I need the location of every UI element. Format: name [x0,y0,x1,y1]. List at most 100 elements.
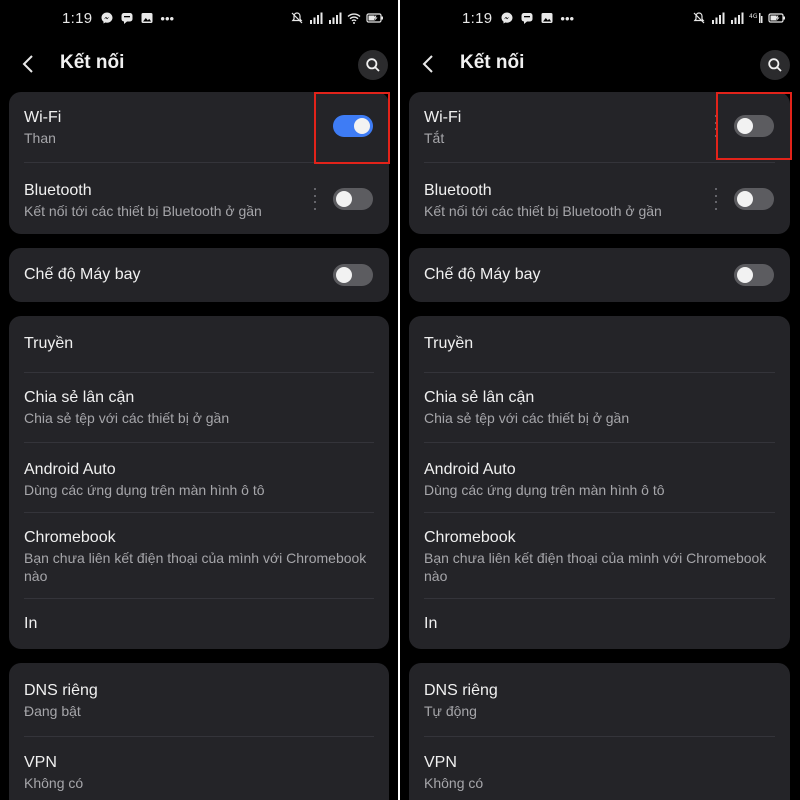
airplane-row[interactable]: Chế độ Máy bay [424,265,775,285]
chromebook-label: Chromebook [24,529,116,546]
bluetooth-desc: Kết nối tới các thiết bị Bluetooth ở gần [424,203,662,219]
divider [24,162,374,163]
app-bar: Kết nối [0,42,398,86]
chromebook-desc: Bạn chưa liên kết điện thoại của mình vớ… [424,550,767,584]
signal-2-icon [730,11,744,25]
vpn-label: VPN [24,754,57,771]
status-time: 1:19 [62,9,93,27]
back-arrow-icon[interactable] [18,52,40,76]
list-item-android-auto[interactable]: Android Auto Dùng các ứng dụng trên màn … [424,460,775,499]
screen-left: 1:19 ••• Kết nối Wi-Fi Than Bluetooth Kế… [0,0,398,800]
bluetooth-row[interactable]: Bluetooth Kết nối tới các thiết bị Bluet… [424,181,775,220]
messenger-icon [500,11,514,25]
android-auto-label: Android Auto [24,461,116,478]
list-item-print[interactable]: In [424,614,775,634]
card-more-settings: Truyền Chia sẻ lân cận Chia sẻ tệp với c… [409,316,790,649]
toggle-knob [336,191,352,207]
divider [24,598,374,599]
list-item-chromebook[interactable]: Chromebook Bạn chưa liên kết điện thoại … [424,528,775,585]
wifi-label: Wi-Fi [24,109,62,126]
divider [24,442,374,443]
list-item-vpn[interactable]: VPN Không có [24,753,374,792]
card-network: DNS riêng Đang bật VPN Không có [9,663,389,800]
airplane-row[interactable]: Chế độ Máy bay [24,265,374,285]
search-icon [768,58,782,72]
card-wireless: Wi-Fi Tắt Bluetooth Kết nối tới các thiế… [409,92,790,234]
list-item-private-dns[interactable]: DNS riêng Đang bật [24,681,374,720]
page-title: Kết nối [60,52,125,73]
messenger-icon [100,11,114,25]
bluetooth-toggle[interactable] [734,188,774,210]
list-item-print[interactable]: In [24,614,374,634]
list-item-cast[interactable]: Truyền [424,334,775,354]
mute-icon [692,11,706,25]
private-dns-label: DNS riêng [424,682,498,699]
toggle-knob [354,118,370,134]
more-notifications-icon: ••• [560,10,575,26]
private-dns-label: DNS riêng [24,682,98,699]
divider [424,512,775,513]
list-item-chromebook[interactable]: Chromebook Bạn chưa liên kết điện thoại … [24,528,374,585]
wifi-status: Tắt [424,130,445,146]
airplane-toggle[interactable] [734,264,774,286]
divider [424,372,775,373]
search-icon [366,58,380,72]
wifi-row[interactable]: Wi-Fi Than [24,108,374,147]
wifi-separator [714,115,718,137]
vpn-status: Không có [24,775,84,791]
app-bar: Kết nối [400,42,800,86]
bluetooth-separator [313,188,317,210]
search-button[interactable] [760,50,790,80]
bluetooth-label: Bluetooth [24,182,92,199]
nearby-share-label: Chia sẻ lân cận [24,389,135,406]
back-arrow-icon[interactable] [418,52,440,76]
private-dns-status: Đang bật [24,703,81,719]
list-item-cast[interactable]: Truyền [24,334,374,354]
screen-right: 1:19 ••• 4G Kết nối Wi-Fi Tắt Bluetooth … [400,0,800,800]
card-more-settings: Truyền Chia sẻ lân cận Chia sẻ tệp với c… [9,316,389,649]
wifi-toggle[interactable] [734,115,774,137]
bluetooth-desc: Kết nối tới các thiết bị Bluetooth ở gần [24,203,262,219]
battery-icon [768,11,786,25]
divider [424,598,775,599]
wifi-label: Wi-Fi [424,109,462,126]
list-item-android-auto[interactable]: Android Auto Dùng các ứng dụng trên màn … [24,460,374,499]
android-auto-desc: Dùng các ứng dụng trên màn hình ô tô [24,482,265,498]
bluetooth-toggle[interactable] [333,188,373,210]
divider [24,512,374,513]
wifi-toggle[interactable] [333,115,373,137]
wifi-status: Than [24,130,56,146]
bluetooth-label: Bluetooth [424,182,492,199]
divider [424,442,775,443]
wifi-row[interactable]: Wi-Fi Tắt [424,108,775,147]
print-label: In [424,615,438,632]
nearby-share-desc: Chia sẻ tệp với các thiết bị ở gần [24,410,230,426]
battery-icon [366,11,384,25]
chromebook-desc: Bạn chưa liên kết điện thoại của mình vớ… [24,550,367,584]
divider [24,372,374,373]
toggle-knob [336,267,352,283]
airplane-toggle[interactable] [333,264,373,286]
list-item-private-dns[interactable]: DNS riêng Tự động [424,681,775,720]
card-wireless: Wi-Fi Than Bluetooth Kết nối tới các thi… [9,92,389,234]
list-item-nearby-share[interactable]: Chia sẻ lân cận Chia sẻ tệp với các thiế… [24,388,374,427]
android-auto-desc: Dùng các ứng dụng trên màn hình ô tô [424,482,665,498]
search-button[interactable] [358,50,388,80]
card-network: DNS riêng Tự động VPN Không có [409,663,790,800]
status-bar: 1:19 ••• [0,0,398,36]
signal-icon [711,11,725,25]
status-bar: 1:19 ••• 4G [400,0,800,36]
private-dns-status: Tự động [424,703,477,719]
more-notifications-icon: ••• [160,10,175,26]
list-item-vpn[interactable]: VPN Không có [424,753,775,792]
card-airplane: Chế độ Máy bay [9,248,389,302]
list-item-nearby-share[interactable]: Chia sẻ lân cận Chia sẻ tệp với các thiế… [424,388,775,427]
cast-label: Truyền [424,335,474,352]
vpn-label: VPN [424,754,457,771]
bluetooth-row[interactable]: Bluetooth Kết nối tới các thiết bị Bluet… [24,181,374,220]
toggle-knob [737,267,753,283]
airplane-label: Chế độ Máy bay [24,266,141,283]
mobile-data-icon: 4G [749,11,763,25]
divider [424,736,775,737]
card-airplane: Chế độ Máy bay [409,248,790,302]
